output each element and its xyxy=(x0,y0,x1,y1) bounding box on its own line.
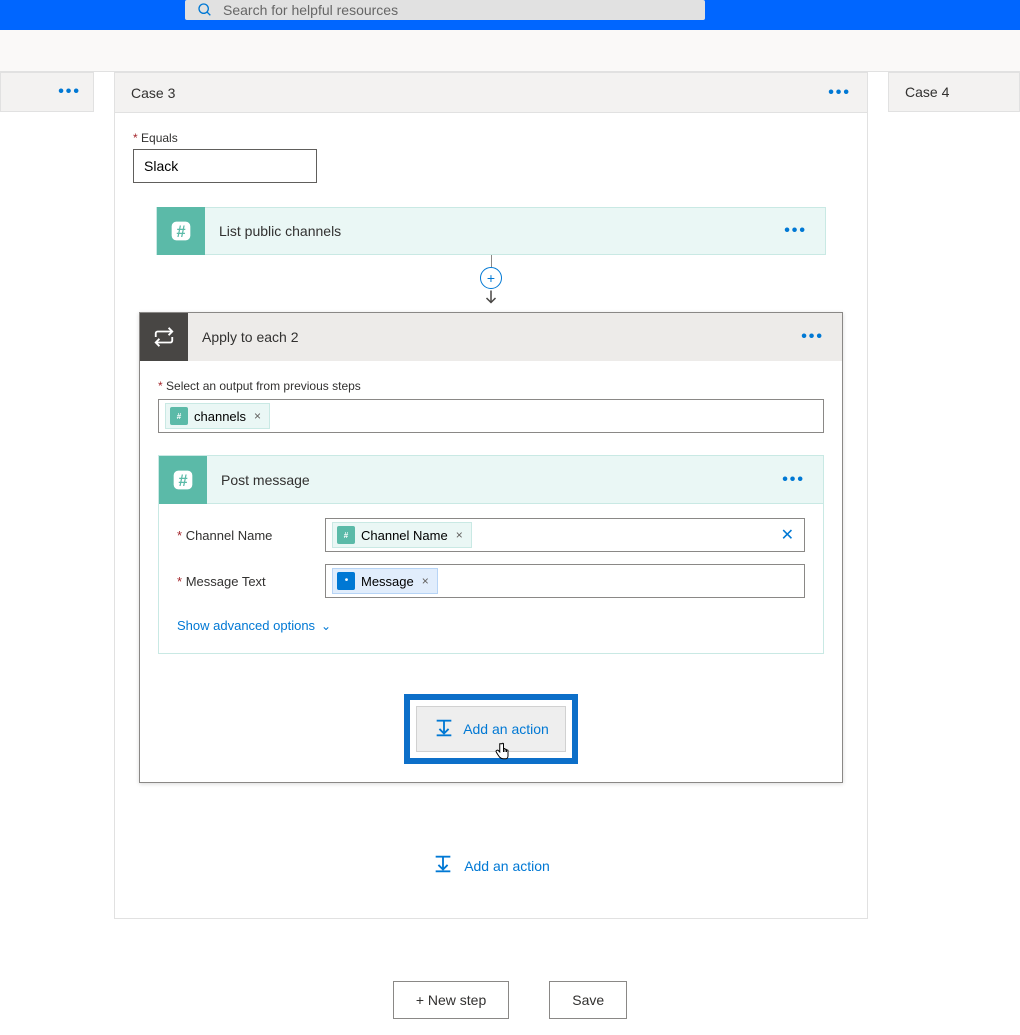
message-text-input[interactable]: Message × xyxy=(325,564,805,598)
apply-to-each-card: Apply to each 2 ••• * Select an output f… xyxy=(139,312,843,783)
case-4-title: Case 4 xyxy=(905,84,949,100)
list-channels-title: List public channels xyxy=(205,223,784,239)
remove-token-icon[interactable]: × xyxy=(422,574,429,588)
slack-icon: # xyxy=(159,456,207,504)
toolbar-gap xyxy=(0,30,1020,72)
svg-text:#: # xyxy=(176,223,185,241)
clear-icon[interactable]: ✕ xyxy=(781,525,794,545)
apply-to-each-title: Apply to each 2 xyxy=(188,329,801,345)
message-text-label: * Message Text xyxy=(177,574,325,589)
slack-icon: # xyxy=(157,207,205,255)
ellipsis-icon[interactable]: ••• xyxy=(801,328,842,346)
token-channels[interactable]: # channels × xyxy=(165,403,270,429)
bottom-buttons: + New step Save xyxy=(0,981,1020,1019)
ellipsis-icon[interactable]: ••• xyxy=(828,84,851,102)
cases-row: ••• Case 3 ••• * Equals # List public ch… xyxy=(0,72,1020,919)
list-channels-card[interactable]: # List public channels ••• xyxy=(156,207,826,255)
remove-token-icon[interactable]: × xyxy=(456,528,463,542)
loop-icon xyxy=(140,313,188,361)
variable-icon xyxy=(337,572,355,590)
svg-text:#: # xyxy=(344,531,349,540)
remove-token-icon[interactable]: × xyxy=(254,409,261,423)
ellipsis-icon[interactable]: ••• xyxy=(782,471,823,489)
add-step-button[interactable]: + xyxy=(480,267,502,289)
token-channel-name[interactable]: # Channel Name × xyxy=(332,522,472,548)
add-action-highlight: Add an action xyxy=(404,694,578,764)
case-prev[interactable]: ••• xyxy=(0,72,94,112)
case-3-title: Case 3 xyxy=(131,85,175,101)
ellipsis-icon[interactable]: ••• xyxy=(784,222,825,240)
chevron-down-icon: ⌄ xyxy=(321,619,331,633)
slack-icon: # xyxy=(337,526,355,544)
svg-text:#: # xyxy=(178,471,187,489)
post-message-header[interactable]: # Post message ••• xyxy=(159,456,823,504)
select-output-input[interactable]: # channels × xyxy=(158,399,824,433)
add-action-icon xyxy=(433,717,455,742)
case-3-header[interactable]: Case 3 ••• xyxy=(115,73,867,113)
show-advanced-link[interactable]: Show advanced options ⌄ xyxy=(177,618,331,633)
search-box[interactable]: Search for helpful resources xyxy=(185,0,705,20)
post-message-card: # Post message ••• * Channel Name xyxy=(158,455,824,654)
add-action-button-inner[interactable]: Add an action xyxy=(416,706,566,752)
add-action-icon xyxy=(432,853,454,878)
add-action-button-outer[interactable]: Add an action xyxy=(432,853,550,878)
arrow-down-icon xyxy=(482,289,500,312)
select-output-label: * Select an output from previous steps xyxy=(158,379,824,393)
slack-icon: # xyxy=(170,407,188,425)
new-step-button[interactable]: + New step xyxy=(393,981,509,1019)
case-3-body: * Equals # List public channels ••• + xyxy=(115,113,867,918)
search-placeholder: Search for helpful resources xyxy=(223,2,398,18)
connector xyxy=(491,255,492,267)
equals-input[interactable] xyxy=(133,149,317,183)
case-4-header[interactable]: Case 4 xyxy=(888,72,1020,112)
svg-text:#: # xyxy=(177,412,182,421)
post-message-title: Post message xyxy=(207,472,782,488)
top-bar: Search for helpful resources xyxy=(0,0,1020,30)
token-message[interactable]: Message × xyxy=(332,568,438,594)
cursor-icon xyxy=(493,741,511,768)
case-3: Case 3 ••• * Equals # List public channe… xyxy=(114,72,868,919)
channel-name-label: * Channel Name xyxy=(177,528,325,543)
search-icon xyxy=(197,2,213,18)
channel-name-input[interactable]: # Channel Name × ✕ xyxy=(325,518,805,552)
equals-label: * Equals xyxy=(133,131,849,145)
apply-to-each-header[interactable]: Apply to each 2 ••• xyxy=(140,313,842,361)
ellipsis-icon[interactable]: ••• xyxy=(58,83,81,101)
save-button[interactable]: Save xyxy=(549,981,627,1019)
